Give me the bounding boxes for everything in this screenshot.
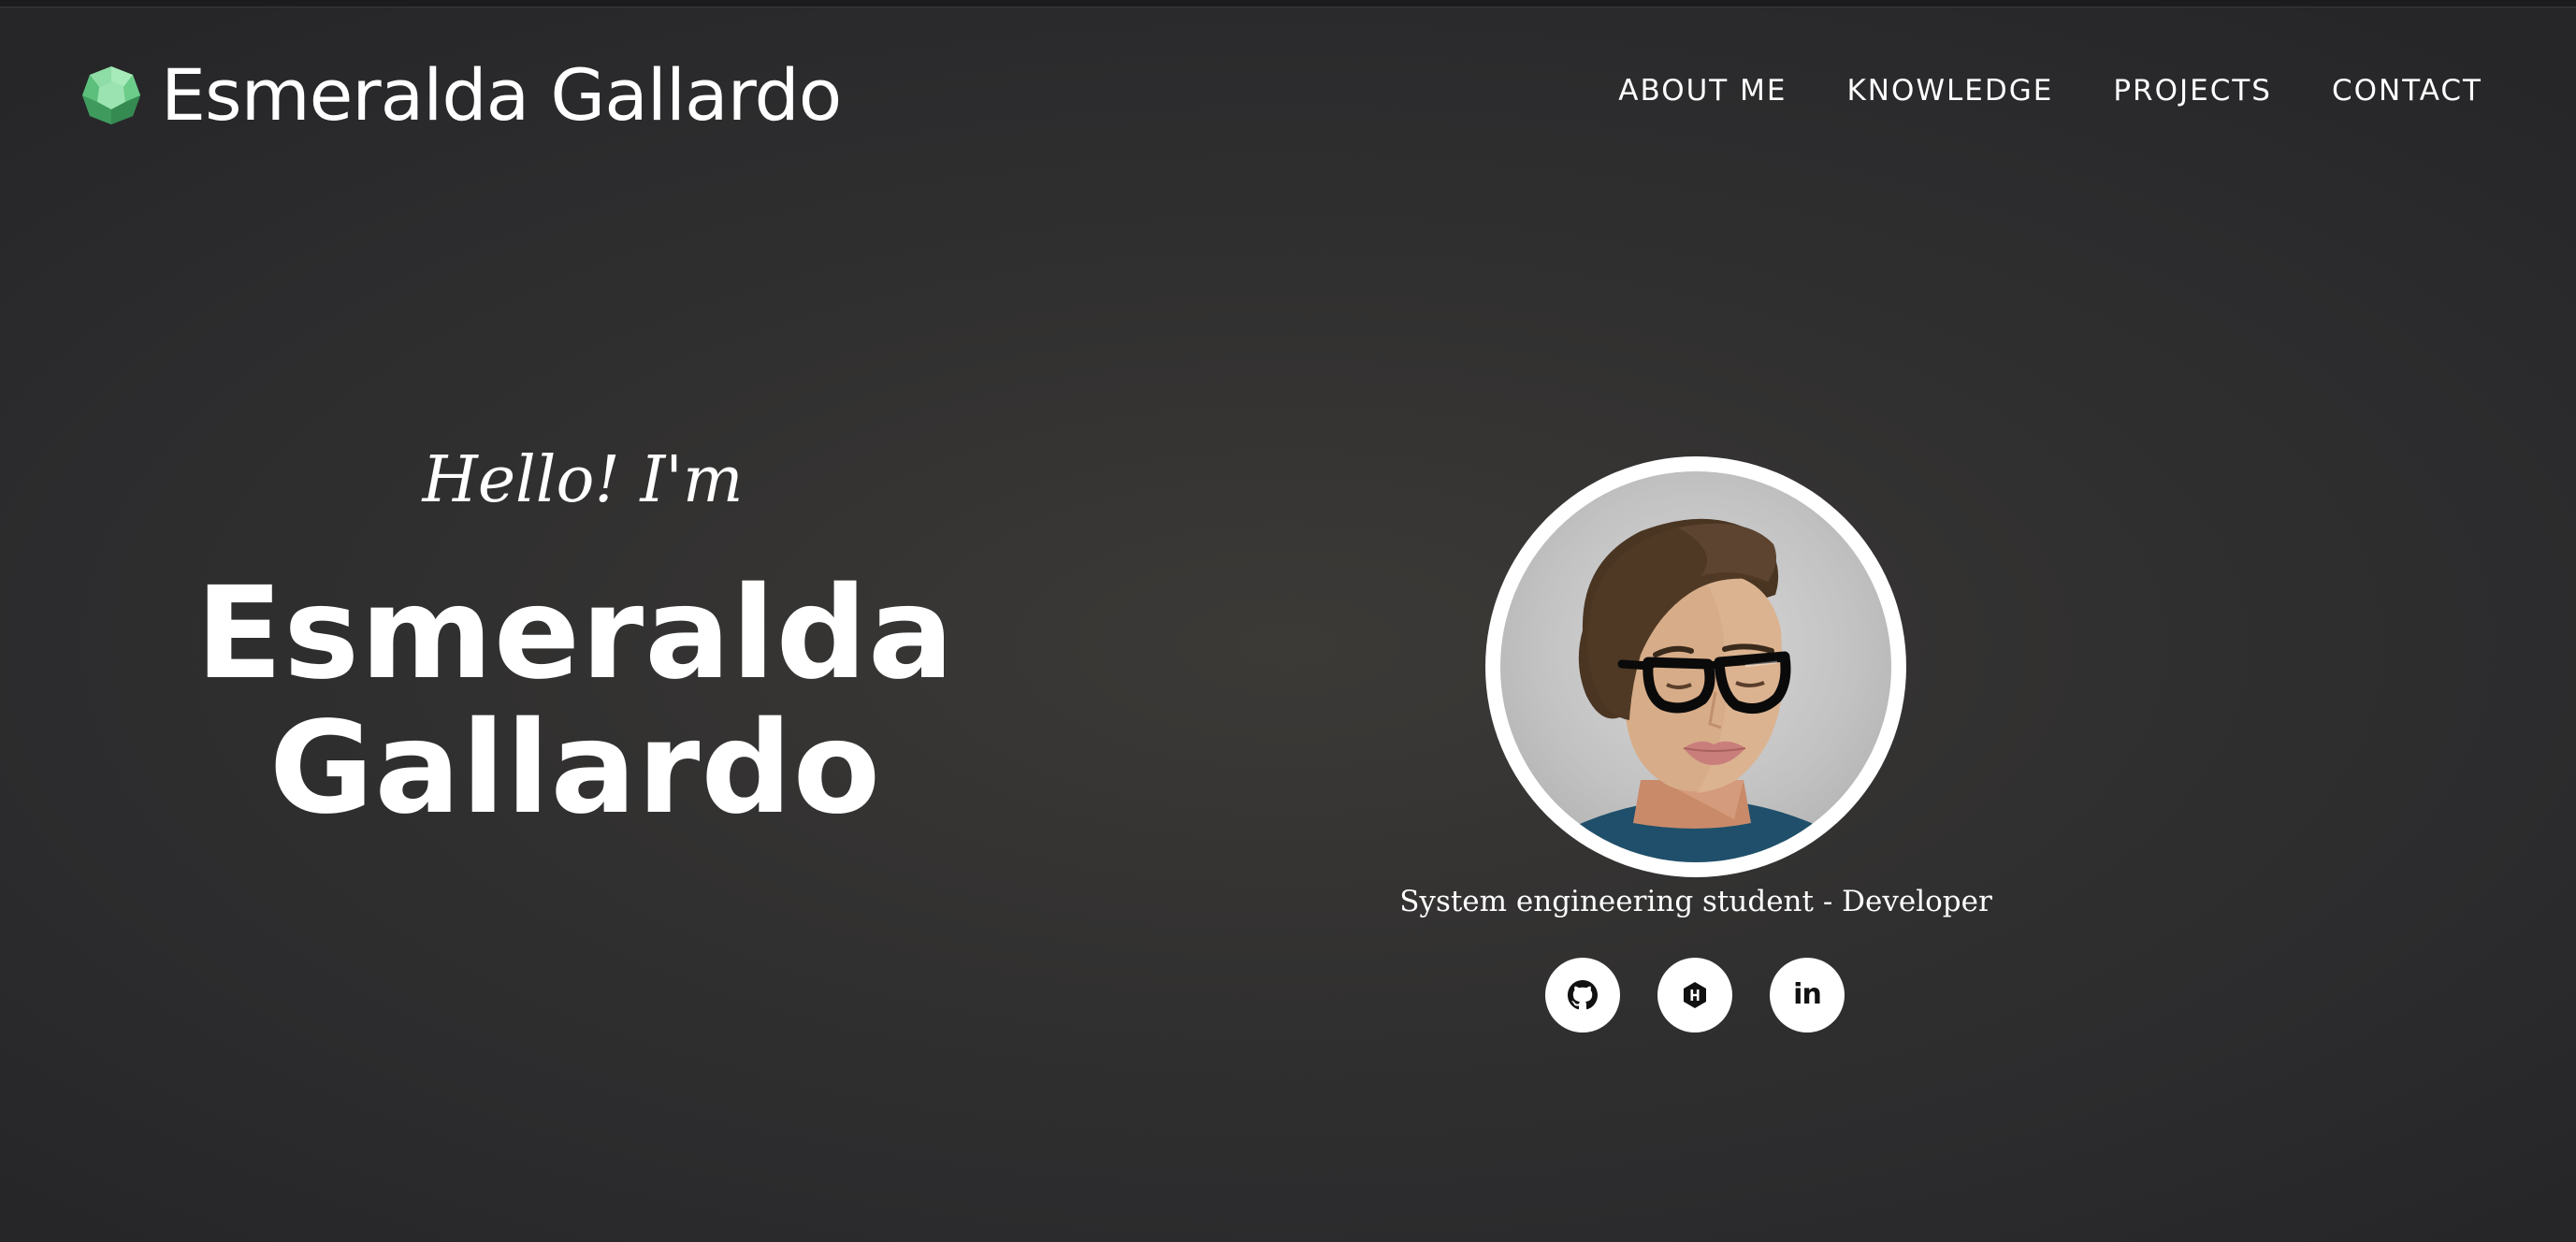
brand-name: Esmeralda Gallardo: [161, 53, 842, 137]
avatar-illustration: [1500, 471, 1891, 862]
nav-knowledge[interactable]: KNOWLEDGE: [1846, 77, 2053, 106]
nav-about-me[interactable]: ABOUT ME: [1618, 77, 1787, 106]
nav-contact[interactable]: CONTACT: [2332, 77, 2482, 106]
hero-intro: Hello! I'm Esmeralda Gallardo: [187, 443, 963, 837]
social-links: in: [1545, 958, 1845, 1033]
brand-link[interactable]: Esmeralda Gallardo: [80, 53, 842, 137]
hackerrank-icon: [1684, 982, 1706, 1008]
hero-name: Esmeralda Gallardo: [187, 567, 963, 836]
emerald-gem-icon: [82, 66, 140, 124]
github-button[interactable]: [1545, 958, 1620, 1033]
hackerrank-button[interactable]: [1657, 958, 1732, 1033]
linkedin-button[interactable]: in: [1770, 958, 1845, 1033]
hero-name-last: Gallardo: [268, 695, 882, 843]
window-top-strip: [0, 0, 2576, 7]
nav-projects[interactable]: PROJECTS: [2113, 77, 2272, 106]
linkedin-icon: in: [1793, 978, 1822, 1011]
hero-tagline: System engineering student - Developer: [1399, 885, 1992, 918]
main-nav: ABOUT ME KNOWLEDGE PROJECTS CONTACT: [1618, 77, 2482, 106]
hero-greeting: Hello! I'm: [422, 443, 744, 517]
hero-name-first: Esmeralda: [195, 560, 955, 708]
avatar: [1485, 456, 1906, 877]
github-icon: [1568, 980, 1598, 1010]
